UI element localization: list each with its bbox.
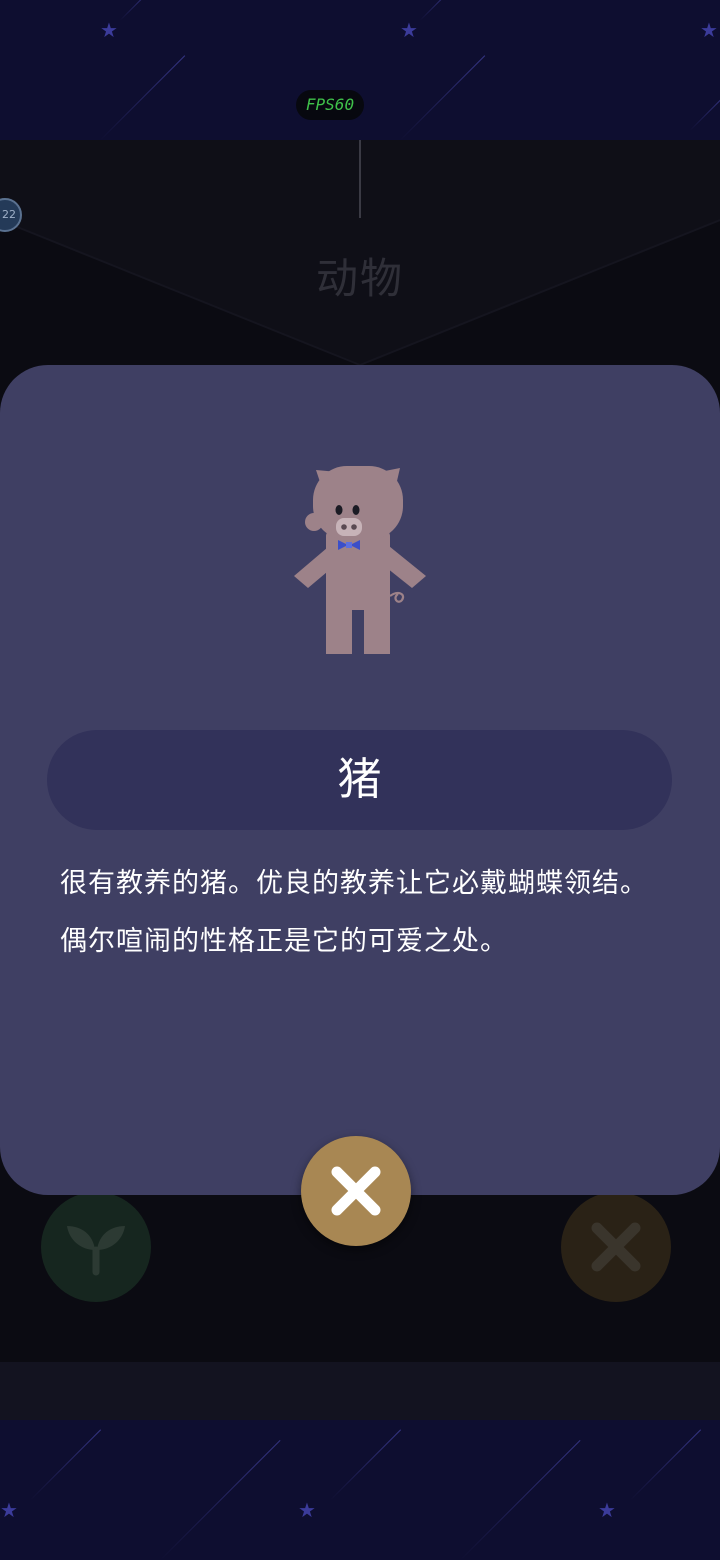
star-icon: ★ [298,1498,316,1522]
cross-icon [591,1222,641,1272]
light-streak [159,1439,281,1560]
close-icon [331,1166,381,1216]
starfield-top: ★ ★ ★ FPS60 [0,0,720,140]
star-icon: ★ [100,18,118,42]
fps-counter: FPS60 [296,90,364,120]
light-streak [329,1429,402,1501]
light-streak [29,1429,102,1501]
light-streak [419,0,449,21]
light-streak [99,55,186,140]
sprout-icon [67,1226,125,1276]
light-streak [119,0,149,21]
animal-info-card: 猪 很有教养的猪。优良的教养让它必戴蝴蝶领结。偶尔喧闹的性格正是它的可爱之处。 [0,365,720,1195]
pig-illustration [294,466,426,654]
star-icon: ★ [0,1498,18,1522]
starfield-bottom: ★ ★ ★ [0,1420,720,1560]
sprout-button[interactable] [41,1192,151,1302]
light-streak [689,94,720,131]
animal-description: 很有教养的猪。优良的教养让它必戴蝴蝶领结。偶尔喧闹的性格正是它的可爱之处。 [60,868,648,957]
cross-button[interactable] [561,1192,671,1302]
light-streak [459,1439,581,1560]
animal-name-banner: 猪 [47,730,672,830]
level-badge-text: 22 [2,208,16,221]
close-button[interactable] [301,1136,411,1246]
light-streak [629,1429,702,1501]
category-title: 动物 [315,254,404,303]
game-screen: ★ ★ ★ FPS60 22 动物 ★ ★ ★ 猪 很有教养的猪。优良的教养让它… [0,0,720,1560]
board-footer-strip [0,1362,720,1420]
star-icon: ★ [700,18,718,42]
star-icon: ★ [400,18,418,42]
light-streak [399,55,486,140]
star-icon: ★ [598,1498,616,1522]
